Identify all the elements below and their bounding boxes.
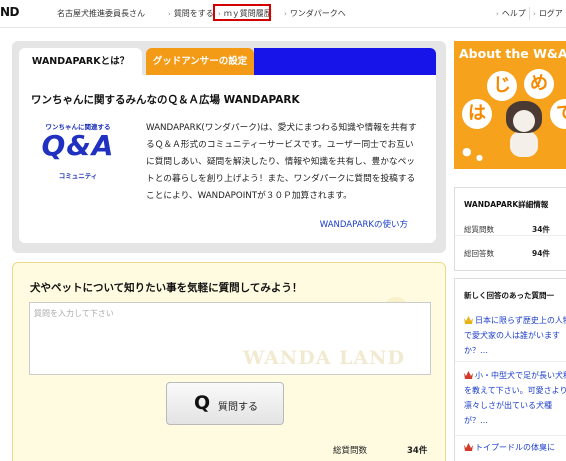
- stats-answers-label: 総回答数: [464, 249, 494, 258]
- intro-title: ワンちゃんに関するみんなのＱ＆Ａ広場 WANDAPARK: [31, 94, 300, 106]
- stats-questions-value: 34件: [532, 225, 550, 234]
- nav-ask-label: 質問をする: [173, 9, 214, 18]
- banner-char: め: [524, 69, 554, 99]
- recent-item-text: 日本に限らず歴史上の人物で愛犬家の人は誰がいますか？…: [464, 316, 566, 355]
- ask-button-label: 質問する: [218, 402, 258, 413]
- intro-card: ワンちゃんに関するみんなのＱ＆Ａ広場 WANDAPARK ワンちゃんに関連する …: [19, 75, 436, 243]
- recent-item-text: トイプードルの体臭に: [475, 443, 555, 452]
- nav-logout-label: ログア: [538, 9, 563, 18]
- site-logo[interactable]: ND: [0, 5, 20, 19]
- banner-char: は: [462, 99, 492, 129]
- wanda-land-watermark: WANDA LAND: [243, 347, 406, 369]
- stats-answers-value: 94件: [532, 249, 550, 258]
- banner-char: て: [550, 99, 566, 129]
- dog-body: [510, 131, 538, 157]
- nav-wandapark-link[interactable]: › ワンダパークへ: [284, 8, 346, 19]
- nav-ask-link[interactable]: › 質問をする: [168, 8, 214, 19]
- site-stats-box: WANDAPARK詳細情報 総質問数 34件 総回答数 94件: [454, 187, 566, 271]
- qa-logo-bottom-text: コミュニティ: [58, 172, 98, 180]
- banner-char: じ: [487, 71, 517, 101]
- recent-divider: [455, 361, 566, 362]
- nav-divider: [529, 7, 530, 20]
- tab-about[interactable]: WANDAPARKとは？: [19, 48, 142, 75]
- nav-help-link[interactable]: › ヘルプ: [496, 8, 526, 19]
- stats-questions-label: 総質問数: [464, 225, 494, 234]
- crown-icon: [464, 371, 473, 379]
- dog-mascot-icon: [500, 101, 548, 157]
- intro-tabs: WANDAPARKとは？ グッドアンサーの設定: [19, 48, 436, 75]
- ask-question-button[interactable]: Q 質問する: [166, 382, 284, 425]
- tab-bar-filler: [254, 48, 436, 75]
- total-questions-value: 34件: [407, 446, 428, 456]
- chevron-right-icon: ›: [496, 10, 499, 18]
- paw-icon: ●: [476, 153, 483, 162]
- chevron-right-icon: ›: [533, 10, 536, 18]
- user-name: 名古屋犬推進委員長さん: [57, 9, 145, 18]
- total-questions-label: 総質問数: [333, 446, 368, 456]
- recent-title: 新しく回答のあった質問一: [464, 291, 554, 300]
- stats-title: WANDAPARK詳細情報: [464, 200, 549, 209]
- crown-icon: [464, 316, 473, 324]
- recent-answers-box: 新しく回答のあった質問一 日本に限らず歴史上の人物で愛犬家の人は誰がいますか？……: [454, 278, 566, 461]
- stats-divider: [455, 235, 566, 236]
- ask-question-panel: 犬やペットについて知りたい事を気軽に質問してみよう！ WANDA LAND Q …: [12, 262, 446, 461]
- nav-wandapark-label: ワンダパークへ: [289, 9, 346, 18]
- q-icon: Q: [194, 392, 211, 414]
- qa-community-logo: ワンちゃんに関連する Q&A コミュニティ: [35, 121, 121, 181]
- nav-logout-link[interactable]: › ログア: [533, 8, 563, 19]
- recent-item[interactable]: トイプードルの体臭に: [464, 440, 566, 455]
- howto-link[interactable]: WANDAPARKの使い方: [320, 218, 408, 230]
- qa-logo-main-text: Q&A: [41, 129, 115, 162]
- history-highlight-box: [213, 4, 271, 21]
- chevron-right-icon: ›: [168, 10, 171, 18]
- crown-icon: [464, 443, 473, 451]
- paw-icon: ●: [462, 145, 472, 158]
- about-banner[interactable]: About the W&AL は じ め て ● ●: [454, 41, 566, 169]
- ask-question-title: 犬やペットについて知りたい事を気軽に質問してみよう！: [30, 282, 303, 294]
- nav-help-label: ヘルプ: [501, 9, 526, 18]
- recent-item[interactable]: 日本に限らず歴史上の人物で愛犬家の人は誰がいますか？…: [464, 313, 566, 358]
- chevron-right-icon: ›: [284, 10, 287, 18]
- recent-divider: [455, 435, 566, 436]
- recent-item-text: 小・中型犬で足が長い犬種を教えて下さい。可愛さより凛々しさが出ている犬種が？…: [464, 371, 566, 425]
- top-navigation-bar: ND 名古屋犬推進委員長さん › 質問をする › ｍｙ質問履歴 › ワンダパークへ ›…: [0, 0, 566, 28]
- dog-face: [513, 110, 535, 132]
- tab-good-answer[interactable]: グッドアンサーの設定: [146, 48, 254, 75]
- intro-description: WANDAPARK(ワンダパーク)は、愛犬にまつわる知識や情報を共有するＱ＆Ａ形…: [146, 123, 417, 201]
- banner-title: About the W&AL: [459, 46, 566, 61]
- recent-item[interactable]: 小・中型犬で足が長い犬種を教えて下さい。可愛さより凛々しさが出ている犬種が？…: [464, 368, 566, 428]
